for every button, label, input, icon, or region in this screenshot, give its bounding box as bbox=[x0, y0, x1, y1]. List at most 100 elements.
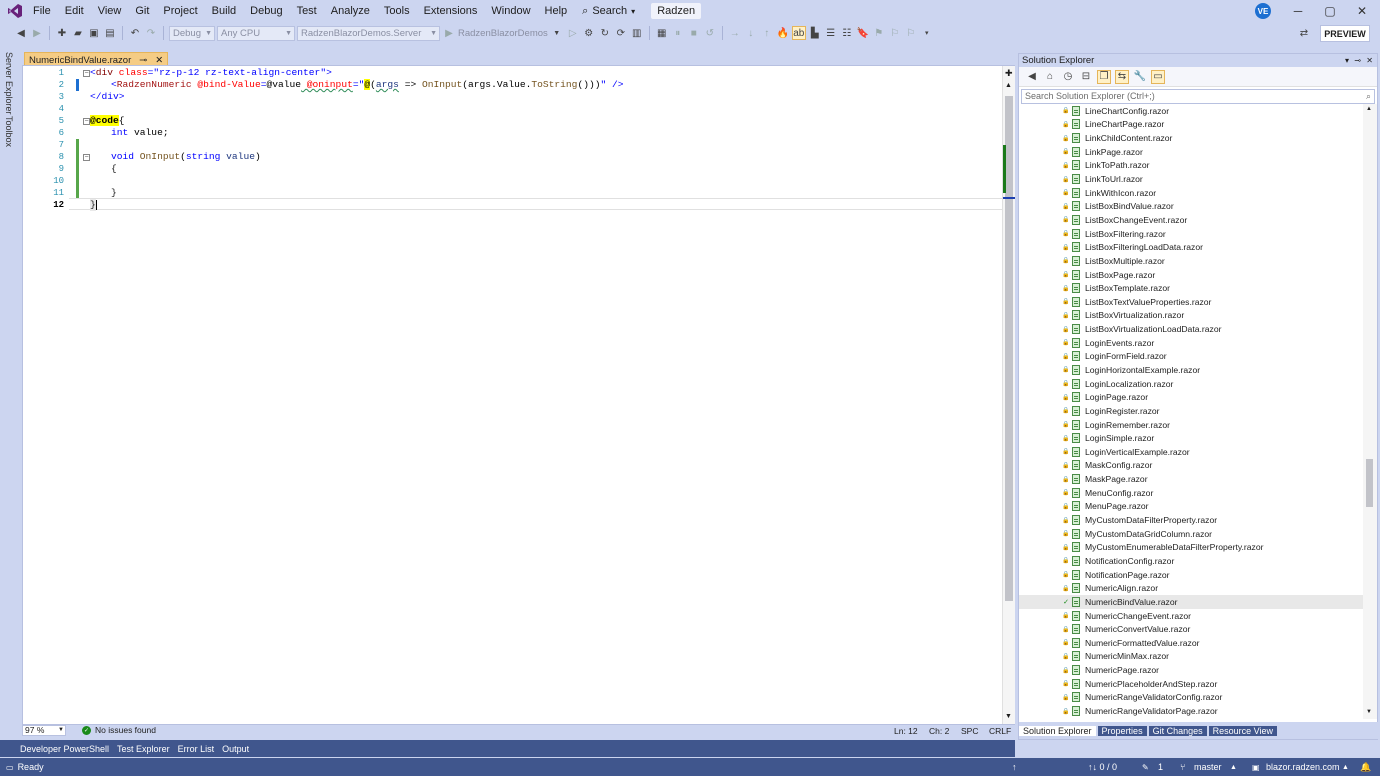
step-over-icon[interactable]: → bbox=[728, 26, 742, 40]
menu-extensions[interactable]: Extensions bbox=[417, 0, 485, 22]
radzen-title-badge[interactable]: Radzen bbox=[651, 3, 702, 19]
new-item-icon[interactable]: ✚ bbox=[55, 26, 69, 40]
tree-item[interactable]: 🔒 ListBoxBindValue.razor bbox=[1019, 199, 1363, 213]
tree-item[interactable]: 🔒 NumericRangeValidatorPage.razor bbox=[1019, 704, 1363, 718]
step-out-icon[interactable]: ↑ bbox=[760, 26, 774, 40]
tree-item[interactable]: 🔒 NumericMinMax.razor bbox=[1019, 650, 1363, 664]
tab-developer-powershell[interactable]: Developer PowerShell bbox=[20, 744, 109, 754]
tree-item[interactable]: 🔒 MyCustomDataGridColumn.razor bbox=[1019, 527, 1363, 541]
tree-item[interactable]: 🔒 MenuPage.razor bbox=[1019, 500, 1363, 514]
scroll-up-icon[interactable]: ▲ bbox=[1366, 106, 1372, 112]
collapse-toggle-icon[interactable]: − bbox=[83, 118, 90, 125]
live-share-icon[interactable]: ⇄ bbox=[1297, 26, 1311, 40]
tree-item[interactable]: 🔒 ListBoxMultiple.razor bbox=[1019, 254, 1363, 268]
tree-item[interactable]: 🔒 NumericFormattedValue.razor bbox=[1019, 636, 1363, 650]
publish-icon[interactable]: ⚙ bbox=[582, 26, 596, 40]
menu-analyze[interactable]: Analyze bbox=[324, 0, 377, 22]
solution-search-input[interactable]: Search Solution Explorer (Ctrl+;) ⌕ bbox=[1021, 89, 1375, 104]
navigate-forward-icon[interactable]: ▶ bbox=[30, 26, 44, 40]
format-icon[interactable]: ▙ bbox=[808, 26, 822, 40]
split-icon[interactable]: ✚ bbox=[1005, 68, 1013, 79]
tree-item[interactable]: 🔒 NumericAlign.razor bbox=[1019, 581, 1363, 595]
restart-icon[interactable]: ↺ bbox=[703, 26, 717, 40]
server-explorer-tab[interactable]: Server Explorer bbox=[4, 52, 14, 115]
tab-properties[interactable]: Properties bbox=[1097, 725, 1147, 736]
maximize-button[interactable]: ▢ bbox=[1312, 0, 1348, 22]
start-without-debug-icon[interactable]: ▷ bbox=[566, 26, 580, 40]
close-icon[interactable]: ✕ bbox=[1366, 56, 1373, 65]
menu-help[interactable]: Help bbox=[538, 0, 575, 22]
next-bookmark-icon[interactable]: ⚑ bbox=[872, 26, 886, 40]
layout-icon[interactable]: ▦ bbox=[655, 26, 669, 40]
tree-item[interactable]: 🔒 LoginSimple.razor bbox=[1019, 431, 1363, 445]
run-icon[interactable]: ▶ bbox=[442, 26, 456, 40]
refresh-icon[interactable]: ↻ bbox=[598, 26, 612, 40]
tree-item[interactable]: 🔒 ListBoxTemplate.razor bbox=[1019, 281, 1363, 295]
tree-item[interactable]: 🔒 MyCustomEnumerableDataFilterProperty.ra… bbox=[1019, 541, 1363, 555]
tree-item[interactable]: 🔒 LinkToUrl.razor bbox=[1019, 172, 1363, 186]
tree-item[interactable]: 🔒 LoginHorizontalExample.razor bbox=[1019, 363, 1363, 377]
tab-git-changes[interactable]: Git Changes bbox=[1148, 725, 1207, 736]
tree-item[interactable]: 🔒 ListBoxVirtualization.razor bbox=[1019, 309, 1363, 323]
outdent-icon[interactable]: ☷ bbox=[840, 26, 854, 40]
visual-studio-logo-icon[interactable] bbox=[4, 0, 26, 22]
close-icon[interactable]: ✕ bbox=[155, 55, 163, 66]
run-target-label[interactable]: RadzenBlazorDemos bbox=[458, 28, 548, 39]
tree-item[interactable]: 🔒 NumericConvertValue.razor bbox=[1019, 622, 1363, 636]
menu-build[interactable]: Build bbox=[205, 0, 243, 22]
preview-button[interactable]: PREVIEW bbox=[1320, 25, 1370, 42]
column-indicator[interactable]: Ch: 2 bbox=[929, 726, 949, 736]
hot-reload-icon[interactable]: 🔥 bbox=[776, 26, 790, 40]
tree-item[interactable]: 🔒 ListBoxChangeEvent.razor bbox=[1019, 213, 1363, 227]
tree-item[interactable]: 🔒 ListBoxFiltering.razor bbox=[1019, 227, 1363, 241]
properties-icon[interactable]: 🔧 bbox=[1133, 70, 1147, 84]
tree-item[interactable]: 🔒 LoginLocalization.razor bbox=[1019, 377, 1363, 391]
scrollbar-thumb[interactable] bbox=[1366, 459, 1373, 507]
home-icon[interactable]: ⌂ bbox=[1043, 70, 1057, 84]
collapse-all-icon[interactable]: ⊟ bbox=[1079, 70, 1093, 84]
scroll-down-icon[interactable]: ▼ bbox=[1366, 709, 1372, 715]
tab-resource-view[interactable]: Resource View bbox=[1208, 725, 1277, 736]
minimize-button[interactable]: ─ bbox=[1280, 0, 1316, 22]
tab-solution-explorer[interactable]: Solution Explorer bbox=[1019, 725, 1096, 736]
tree-item[interactable]: 🔒 LoginFormField.razor bbox=[1019, 350, 1363, 364]
tree-item[interactable]: 🔒 NotificationPage.razor bbox=[1019, 568, 1363, 582]
scrollbar-thumb[interactable] bbox=[1005, 96, 1013, 601]
comment-icon[interactable]: ab bbox=[791, 26, 806, 40]
clear-bookmarks-icon[interactable]: ⚐ bbox=[904, 26, 918, 40]
stop-icon[interactable]: ■ bbox=[687, 26, 701, 40]
tree-item[interactable]: ✓ NumericBindValue.razor bbox=[1019, 595, 1363, 609]
camera-icon[interactable]: ▥ bbox=[630, 26, 644, 40]
scroll-down-icon[interactable]: ▼ bbox=[1005, 713, 1012, 720]
tree-item[interactable]: 🔒 LinkChildContent.razor bbox=[1019, 131, 1363, 145]
tree-item[interactable]: 🔒 NumericRangeValidatorConfig.razor bbox=[1019, 691, 1363, 705]
back-icon[interactable]: ◀ bbox=[1025, 70, 1039, 84]
tree-item[interactable]: 🔒 LineChartConfig.razor bbox=[1019, 104, 1363, 118]
pending-edits-count[interactable]: 1 bbox=[1158, 762, 1163, 772]
menu-view[interactable]: View bbox=[91, 0, 129, 22]
chevron-down-icon[interactable]: ▼ bbox=[550, 26, 564, 40]
menu-git[interactable]: Git bbox=[128, 0, 156, 22]
menu-file[interactable]: File bbox=[26, 0, 58, 22]
line-indicator[interactable]: Ln: 12 bbox=[894, 726, 918, 736]
tree-item[interactable]: 🔒 LineChartPage.razor bbox=[1019, 118, 1363, 132]
tree-item[interactable]: 🔒 LinkWithIcon.razor bbox=[1019, 186, 1363, 200]
toolbar-options-icon[interactable]: ▾ bbox=[920, 26, 934, 40]
git-repository[interactable]: blazor.radzen.com bbox=[1266, 762, 1340, 772]
scroll-up-icon[interactable]: ▲ bbox=[1005, 82, 1012, 89]
user-avatar[interactable]: VE bbox=[1255, 3, 1271, 19]
solution-tree-scrollbar[interactable]: ▲ ▼ bbox=[1363, 104, 1377, 719]
pause-icon[interactable]: ⏸ bbox=[671, 26, 685, 40]
git-branch[interactable]: master bbox=[1194, 762, 1222, 772]
pending-changes-icon[interactable]: ◷ bbox=[1061, 70, 1075, 84]
menu-debug[interactable]: Debug bbox=[243, 0, 289, 22]
preview-selected-icon[interactable]: ▭ bbox=[1151, 69, 1165, 84]
tree-item[interactable]: 🔒 ListBoxFilteringLoadData.razor bbox=[1019, 240, 1363, 254]
issues-indicator[interactable]: ✓ No issues found bbox=[82, 725, 156, 735]
git-sync-indicator[interactable]: ↑↓ 0 / 0 bbox=[1088, 762, 1117, 772]
tree-item[interactable]: 🔒 LoginPage.razor bbox=[1019, 390, 1363, 404]
tree-item[interactable]: 🔒 MaskConfig.razor bbox=[1019, 459, 1363, 473]
line-ending-indicator[interactable]: CRLF bbox=[989, 726, 1011, 736]
tree-item[interactable]: 🔒 NumericChangeEvent.razor bbox=[1019, 609, 1363, 623]
menu-edit[interactable]: Edit bbox=[58, 0, 91, 22]
